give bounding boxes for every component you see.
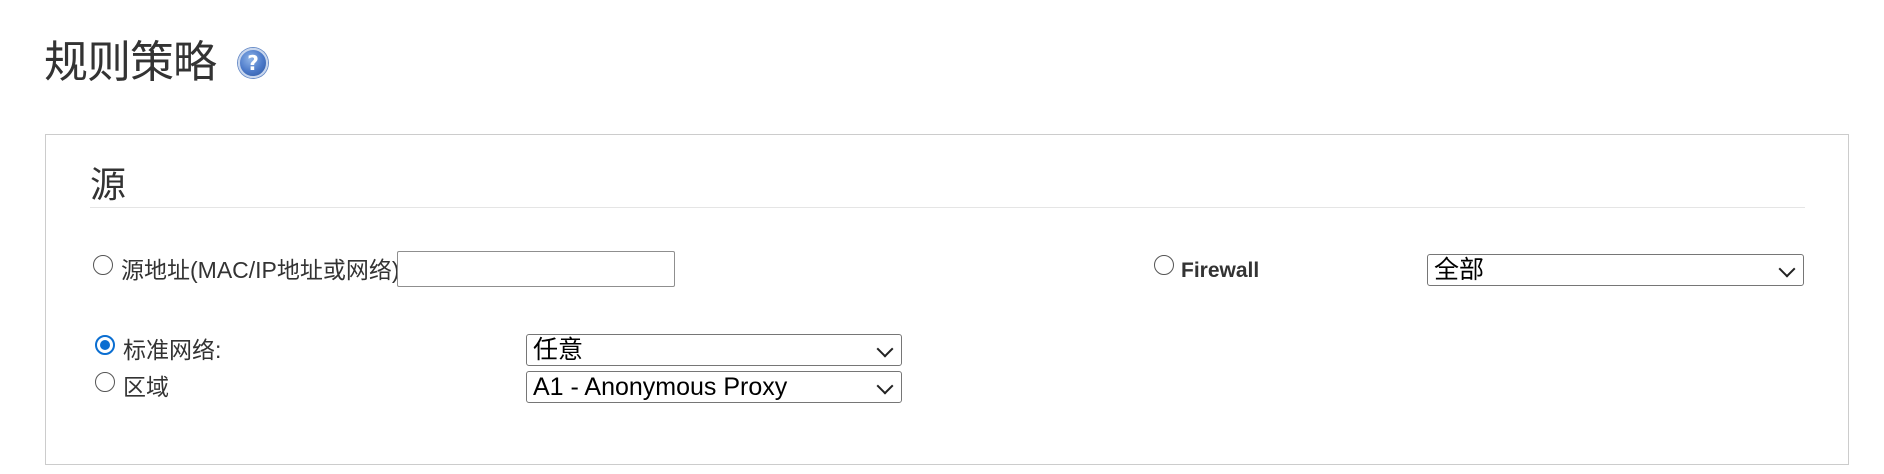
region-select-value: A1 - Anonymous Proxy bbox=[533, 373, 788, 401]
standard-network-select[interactable]: 任意 bbox=[526, 334, 902, 366]
firewall-label: Firewall bbox=[1181, 259, 1260, 282]
region-label: 区域 bbox=[123, 374, 169, 400]
source-panel: 源 源地址(MAC/IP地址或网络) Firewall 全部 标准网络: 任意 … bbox=[45, 134, 1849, 465]
source-address-label: 源地址(MAC/IP地址或网络) bbox=[121, 257, 400, 283]
source-address-radio[interactable] bbox=[93, 255, 113, 275]
standard-network-radio[interactable] bbox=[95, 335, 115, 355]
chevron-down-icon bbox=[876, 340, 894, 358]
region-radio[interactable] bbox=[95, 372, 115, 392]
question-mark-glyph: ? bbox=[247, 51, 259, 75]
chevron-down-icon bbox=[1778, 260, 1796, 278]
page-header: 规则策略 ? bbox=[44, 36, 268, 90]
firewall-select-value: 全部 bbox=[1434, 256, 1485, 284]
source-address-input[interactable] bbox=[397, 251, 675, 287]
source-panel-heading: 源 bbox=[90, 163, 1805, 208]
region-select[interactable]: A1 - Anonymous Proxy bbox=[526, 371, 902, 403]
page-title: 规则策略 bbox=[44, 38, 217, 87]
firewall-select[interactable]: 全部 bbox=[1427, 254, 1804, 286]
standard-network-select-value: 任意 bbox=[533, 336, 584, 364]
help-icon[interactable]: ? bbox=[238, 48, 268, 78]
standard-network-label: 标准网络: bbox=[123, 337, 222, 363]
firewall-radio[interactable] bbox=[1154, 255, 1174, 275]
chevron-down-icon bbox=[876, 377, 894, 395]
